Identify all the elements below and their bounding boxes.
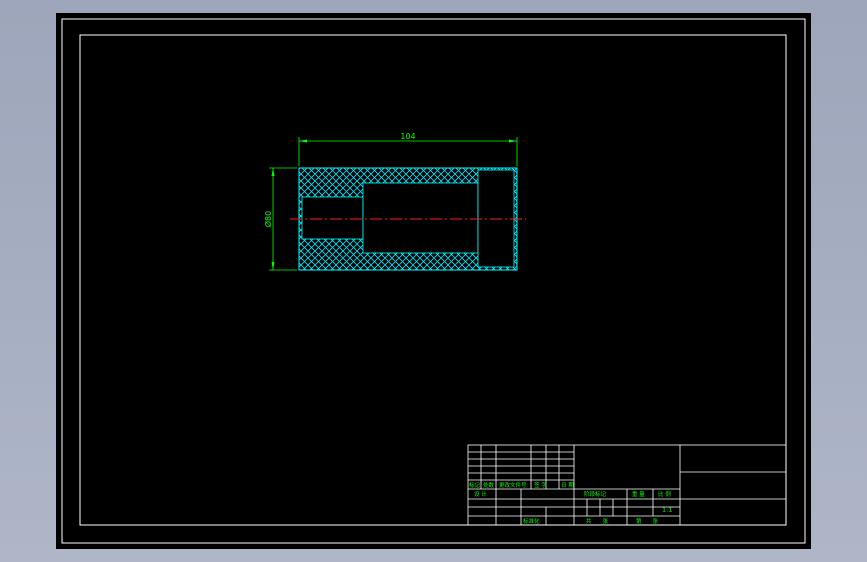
dim-arrow-right [509,139,517,143]
outer-border [61,18,806,544]
label-sheet-number: 第 张 [636,517,659,525]
cad-viewport[interactable]: 104 Ø80 标记 处数 更改文件号 签 字 日 期 设 计 标准化 阶段标记… [0,0,867,562]
right-counterbore [477,169,515,268]
drawing-canvas[interactable]: 104 Ø80 标记 处数 更改文件号 签 字 日 期 设 计 标准化 阶段标记… [56,13,811,549]
label-stage-mark: 阶段标记 [584,490,607,498]
dimension-width[interactable]: 104 [298,132,518,166]
label-change-file: 更改文件号 [499,481,527,489]
dim-text-width: 104 [400,132,415,141]
label-date: 日 期 [561,482,574,489]
label-sign: 签 字 [534,481,547,489]
label-mark: 标记 [469,481,481,489]
dim-arrow-top [271,168,275,176]
part-section-view[interactable] [290,167,526,271]
dim-text-height: Ø80 [263,211,273,227]
label-scale: 比 例 [658,490,671,498]
scale-value: 1:1 [662,506,672,514]
title-block-text: 标记 处数 更改文件号 签 字 日 期 设 计 标准化 阶段标记 重 量 比 例… [469,481,672,525]
left-bore [301,196,364,240]
middle-bore [362,182,479,254]
label-standardize: 标准化 [523,517,540,525]
label-count: 处数 [483,481,495,489]
dim-arrow-bottom [271,262,275,270]
dim-arrow-left [299,139,307,143]
label-total-sheets: 共 张 [586,517,609,525]
drawing-svg: 104 Ø80 标记 处数 更改文件号 签 字 日 期 设 计 标准化 阶段标记… [61,18,806,544]
label-weight: 重 量 [632,490,645,498]
label-design: 设 计 [474,490,487,498]
